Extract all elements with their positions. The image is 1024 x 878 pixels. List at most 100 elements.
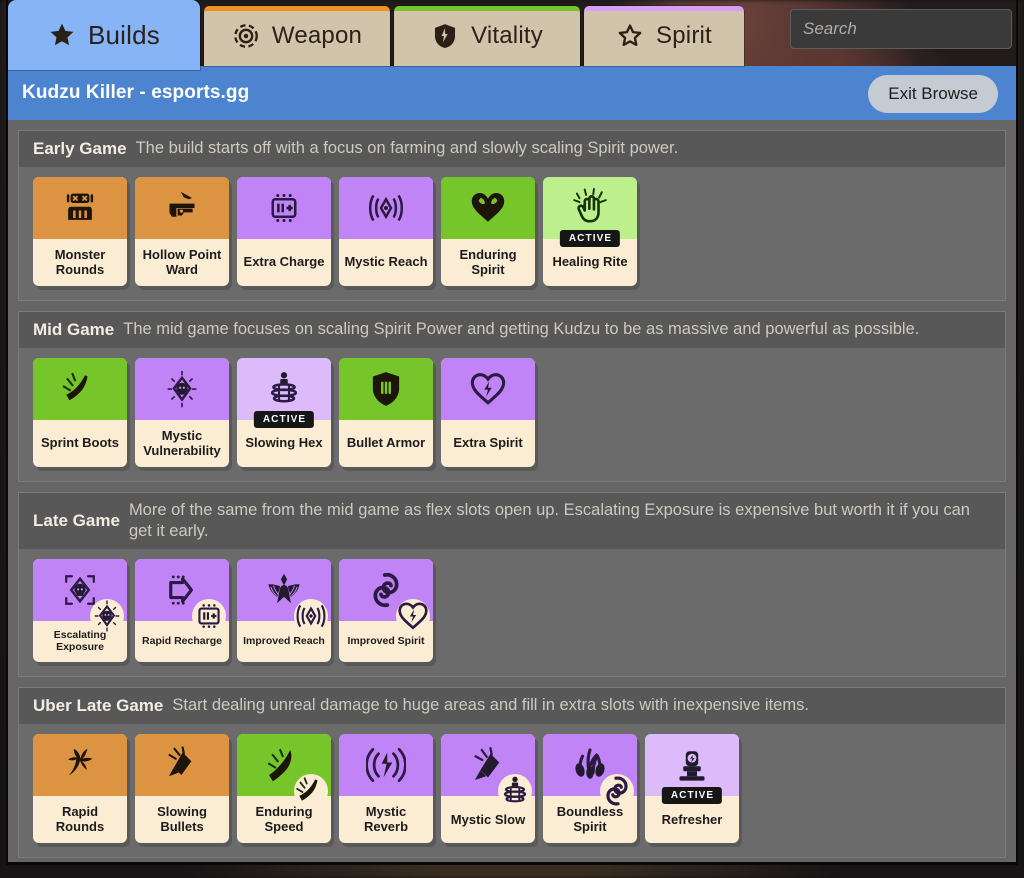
bullet-armor-icon: [366, 369, 406, 409]
item-row: Rapid RoundsSlowing BulletsEnduring Spee…: [19, 724, 1005, 857]
section-description: The mid game focuses on scaling Spirit P…: [123, 319, 919, 340]
item-artwork: [441, 177, 535, 239]
item-card[interactable]: Slowing Bullets: [135, 734, 229, 843]
item-artwork: [441, 734, 535, 796]
section-late-game: Late Game More of the same from the mid g…: [18, 492, 1006, 678]
weapon-target-icon: [232, 22, 260, 50]
build-header-bar: Kudzu Killer - esports.gg Exit Browse: [8, 66, 1016, 120]
item-card[interactable]: Mystic Reach: [339, 177, 433, 286]
active-badge: ACTIVE: [254, 411, 314, 428]
tab-label: Spirit: [656, 24, 712, 48]
tab-label: Builds: [88, 22, 160, 48]
item-artwork: [339, 559, 433, 621]
star-outline-icon: [616, 22, 644, 50]
item-card[interactable]: Mystic Slow: [441, 734, 535, 843]
tab-vitality[interactable]: Vitality: [394, 6, 580, 66]
section-title: Uber Late Game: [33, 695, 163, 717]
search-box[interactable]: ×: [790, 9, 1012, 49]
item-artwork: [543, 734, 637, 796]
tab-weapon[interactable]: Weapon: [204, 6, 390, 66]
slowing-hex-component-bubble: [498, 774, 532, 808]
item-artwork: [339, 358, 433, 420]
item-artwork: [33, 559, 127, 621]
section-description: More of the same from the mid game as fl…: [129, 500, 991, 542]
item-card[interactable]: Enduring Spirit: [441, 177, 535, 286]
tab-accent-bar: [394, 6, 580, 11]
item-artwork: ACTIVE: [645, 734, 739, 796]
item-card[interactable]: Extra Charge: [237, 177, 331, 286]
item-card[interactable]: Extra Spirit: [441, 358, 535, 467]
tab-accent-bar: [204, 6, 390, 11]
section-title: Early Game: [33, 138, 127, 160]
section-header: Uber Late GameStart dealing unreal damag…: [19, 688, 1005, 724]
item-name: Hollow Point Ward: [135, 239, 229, 286]
section-header: Mid GameThe mid game focuses on scaling …: [19, 312, 1005, 348]
rapid-rounds-icon: [60, 745, 100, 785]
active-badge: ACTIVE: [662, 787, 722, 804]
item-artwork: ACTIVE: [543, 177, 637, 239]
enduring-spirit-icon: [468, 188, 508, 228]
item-card[interactable]: ACTIVEHealing Rite: [543, 177, 637, 286]
section-description: The build starts off with a focus on far…: [136, 138, 679, 159]
build-title: Kudzu Killer - esports.gg: [22, 82, 249, 104]
section-title: Late Game: [33, 510, 120, 532]
item-card[interactable]: Mystic Vulnerability: [135, 358, 229, 467]
item-card[interactable]: Mystic Reverb: [339, 734, 433, 843]
build-sections-panel: Early Game The build starts off with a fo…: [8, 120, 1016, 862]
refresher-icon: [672, 745, 712, 785]
healing-rite-icon: [569, 187, 611, 229]
item-card[interactable]: Sprint Boots: [33, 358, 127, 467]
extra-spirit-icon: [468, 369, 508, 409]
item-artwork: [33, 177, 127, 239]
section-mid-game: Mid GameThe mid game focuses on scaling …: [18, 311, 1006, 482]
tab-label: Weapon: [272, 24, 362, 48]
item-name: Mystic Reach: [339, 239, 433, 286]
slowing-hex-icon: [264, 369, 304, 409]
star-filled-icon: [48, 21, 76, 49]
item-artwork: [33, 358, 127, 420]
item-artwork: [33, 734, 127, 796]
item-card[interactable]: Monster Rounds: [33, 177, 127, 286]
item-card[interactable]: Bullet Armor: [339, 358, 433, 467]
item-card[interactable]: Rapid Recharge: [135, 559, 229, 662]
improved-spirit-component-bubble: [600, 774, 634, 808]
tab-label: Vitality: [471, 24, 543, 48]
item-artwork: [135, 358, 229, 420]
shield-icon: [431, 22, 459, 50]
item-artwork: [237, 734, 331, 796]
search-input[interactable]: [791, 10, 1024, 48]
item-artwork: [339, 177, 433, 239]
item-name: Sprint Boots: [33, 420, 127, 467]
item-artwork: [135, 177, 229, 239]
extra-charge-icon: [264, 188, 304, 228]
item-card[interactable]: Improved Spirit: [339, 559, 433, 662]
item-card[interactable]: Enduring Speed: [237, 734, 331, 843]
item-name: Mystic Reverb: [339, 796, 433, 843]
monster-rounds-icon: [60, 188, 100, 228]
item-name: Enduring Spirit: [441, 239, 535, 286]
item-card[interactable]: Boundless Spirit: [543, 734, 637, 843]
tab-builds[interactable]: Builds: [8, 0, 200, 70]
item-card[interactable]: ACTIVERefresher: [645, 734, 739, 843]
exit-browse-button[interactable]: Exit Browse: [868, 75, 998, 113]
section-uber-late-game: Uber Late GameStart dealing unreal damag…: [18, 687, 1006, 858]
tab-accent-bar: [584, 6, 744, 11]
mystic-vulnerability-icon: [162, 369, 202, 409]
item-card[interactable]: Improved Reach: [237, 559, 331, 662]
item-name: Mystic Vulnerability: [135, 420, 229, 467]
item-name: Extra Spirit: [441, 420, 535, 467]
item-card[interactable]: Escalating Exposure: [33, 559, 127, 662]
item-card[interactable]: Hollow Point Ward: [135, 177, 229, 286]
item-card[interactable]: ACTIVESlowing Hex: [237, 358, 331, 467]
item-artwork: [237, 559, 331, 621]
slowing-bullets-icon: [162, 745, 202, 785]
tab-spirit[interactable]: Spirit: [584, 6, 744, 66]
item-card[interactable]: Rapid Rounds: [33, 734, 127, 843]
item-name: Rapid Rounds: [33, 796, 127, 843]
item-artwork: [237, 177, 331, 239]
sprint-boots-component-bubble: [294, 774, 328, 808]
extra-charge-component-bubble: [192, 599, 226, 633]
item-name: Slowing Bullets: [135, 796, 229, 843]
mystic-reach-component-bubble: [294, 599, 328, 633]
item-artwork: [339, 734, 433, 796]
